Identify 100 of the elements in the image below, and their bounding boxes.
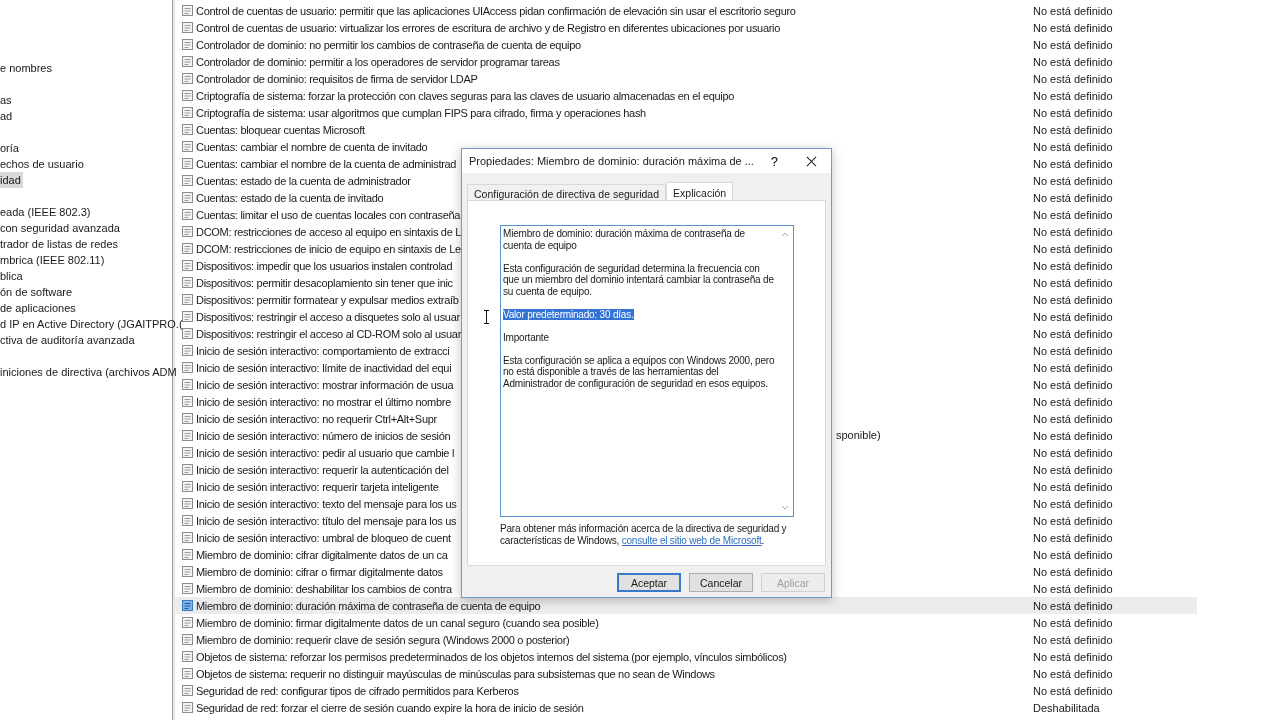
- tree-item[interactable]: mbrica (IEEE 802.11): [0, 252, 107, 268]
- policy-setting: No está definido: [1033, 565, 1113, 578]
- dialog-button[interactable]: Aceptar: [617, 573, 681, 592]
- policy-name[interactable]: Criptografía de sistema: usar algoritmos que cumplan FIPS para cifrado, firma y operaciones hash: [196, 106, 646, 119]
- policy-name[interactable]: Miembro de dominio: cifrar digitalmente datos de un ca: [196, 548, 448, 561]
- policy-icon: [181, 616, 194, 629]
- explanation-text: Esta configuración de seguridad determina la frecuencia con que un miembro del dominio intentará cambiar la contraseña de su cuenta de equipo.: [503, 262, 774, 297]
- policy-setting: No está definido: [1033, 225, 1113, 238]
- policy-name[interactable]: Inicio de sesión interactivo: comportamiento de extracci: [196, 344, 450, 357]
- policy-name[interactable]: Objetos de sistema: reforzar los permisos predeterminados de los objetos internos del sistema (por ejemplo, vínculos simbólicos): [196, 650, 787, 663]
- policy-name[interactable]: Cuentas: limitar el uso de cuentas locales con contraseña: [196, 208, 461, 221]
- policy-setting: No está definido: [1033, 157, 1113, 170]
- tree-item[interactable]: blica: [0, 268, 25, 284]
- policy-name[interactable]: Cuentas: estado de la cuenta de invitado: [196, 191, 384, 204]
- policy-icon: [181, 633, 194, 646]
- tree-item[interactable]: de aplicaciones: [0, 300, 78, 316]
- policy-setting: No está definido: [1033, 480, 1113, 493]
- policy-name[interactable]: Dispositivos: permitir desacoplamiento sin tener que inic: [196, 276, 453, 289]
- policy-name[interactable]: Inicio de sesión interactivo: no requerir Ctrl+Alt+Supr: [196, 412, 437, 425]
- dialog-button[interactable]: Cancelar: [689, 573, 753, 592]
- tree-item[interactable]: ctiva de auditoría avanzada: [0, 332, 137, 348]
- tree-item[interactable]: con seguridad avanzada: [0, 220, 122, 236]
- policy-icon: [181, 242, 194, 255]
- policy-setting: No está definido: [1033, 106, 1113, 119]
- policy-icon: [181, 293, 194, 306]
- policy-setting: No está definido: [1033, 293, 1113, 306]
- policy-setting: No está definido: [1033, 191, 1113, 204]
- policy-name[interactable]: Seguridad de red: configurar tipos de cifrado permitidos para Kerberos: [196, 684, 519, 697]
- policy-name[interactable]: Dispositivos: restringir el acceso a disquetes solo al usuar: [196, 310, 460, 323]
- policy-name[interactable]: Cuentas: bloquear cuentas Microsoft: [196, 123, 365, 136]
- policy-name[interactable]: Controlador de dominio: no permitir los cambios de contraseña de cuenta de equipo: [196, 38, 581, 51]
- policy-name[interactable]: Control de cuentas de usuario: permitir que las aplicaciones UIAccess pidan confirmación de elevación sin usar el escritorio seguro: [196, 4, 796, 17]
- policy-name[interactable]: Seguridad de red: forzar el cierre de sesión cuando expire la hora de inicio de sesión: [196, 701, 584, 714]
- policy-setting: No está definido: [1033, 463, 1113, 476]
- policy-name[interactable]: Inicio de sesión interactivo: título del mensaje para los us: [196, 514, 457, 527]
- tree-item[interactable]: as: [0, 92, 14, 108]
- policy-name[interactable]: Inicio de sesión interactivo: requerir tarjeta inteligente: [196, 480, 439, 493]
- policy-icon: [181, 599, 194, 612]
- explanation-text: Esta configuración se aplica a equipos con Windows 2000, pero no está disponible a través de las herramientas del Administrador de configuración de seguridad en esos equipos.: [503, 354, 775, 389]
- policy-name[interactable]: Cuentas: estado de la cuenta de administrador: [196, 174, 411, 187]
- policy-name[interactable]: Miembro de dominio: deshabilitar los cambios de contra: [196, 582, 452, 595]
- tree-item[interactable]: idad: [0, 172, 23, 188]
- tree-item[interactable]: d IP en Active Directory (JGAITPRO.(: [0, 316, 185, 332]
- tree-item[interactable]: ón de software: [0, 284, 75, 300]
- policy-name[interactable]: Control de cuentas de usuario: virtualizar los errores de escritura de archivo y de Registro en diferentes ubicaciones por usuario: [196, 21, 781, 34]
- policy-name[interactable]: Miembro de dominio: duración máxima de contraseña de cuenta de equipo: [196, 599, 541, 612]
- policy-name[interactable]: DCOM: restricciones de inicio de equipo en sintaxis de Le: [196, 242, 461, 255]
- policy-name[interactable]: Miembro de dominio: cifrar o firmar digitalmente datos: [196, 565, 443, 578]
- policy-icon: [181, 548, 194, 561]
- policy-setting: No está definido: [1033, 395, 1113, 408]
- tree-item[interactable]: iniciones de directiva (archivos ADM: [0, 364, 179, 380]
- policy-name[interactable]: DCOM: restricciones de acceso al equipo en sintaxis de L: [196, 225, 462, 238]
- policy-setting: No está definido: [1033, 650, 1113, 663]
- close-icon[interactable]: [806, 155, 817, 167]
- policy-icon: [181, 157, 194, 170]
- policy-setting: No está definido: [1033, 446, 1113, 459]
- policy-name[interactable]: Inicio de sesión interactivo: mostrar información de usua: [196, 378, 454, 391]
- policy-name[interactable]: Inicio de sesión interactivo: no mostrar el último nombre: [196, 395, 451, 408]
- policy-name[interactable]: Inicio de sesión interactivo: texto del mensaje para los us: [196, 497, 457, 510]
- policy-name-fragment: sponible): [836, 429, 881, 441]
- tree-item[interactable]: oría: [0, 140, 21, 156]
- policy-setting: No está definido: [1033, 684, 1113, 697]
- policy-name[interactable]: Criptografía de sistema: forzar la protección con claves seguras para las claves de usuario almacenadas en el equipo: [196, 89, 735, 102]
- dialog-tab[interactable]: Explicación: [666, 182, 734, 202]
- policy-name[interactable]: Dispositivos: restringir el acceso al CD-ROM solo al usuar: [196, 327, 462, 340]
- policy-setting: No está definido: [1033, 412, 1113, 425]
- tree-item[interactable]: echos de usuario: [0, 156, 86, 172]
- policy-name[interactable]: Dispositivos: permitir formatear y expulsar medios extraíb: [196, 293, 459, 306]
- policy-setting: No está definido: [1033, 429, 1113, 442]
- tree-item[interactable]: eada (IEEE 802.3): [0, 204, 93, 220]
- tree-item[interactable]: e nombres: [0, 60, 54, 76]
- policy-setting: No está definido: [1033, 582, 1113, 595]
- policy-setting: No está definido: [1033, 599, 1113, 612]
- policy-name[interactable]: Controlador de dominio: permitir a los operadores de servidor programar tareas: [196, 55, 560, 68]
- policy-name[interactable]: Inicio de sesión interactivo: límite de inactividad del equi: [196, 361, 452, 374]
- policy-name[interactable]: Controlador de dominio: requisitos de firma de servidor LDAP: [196, 72, 478, 85]
- policy-name[interactable]: Inicio de sesión interactivo: requerir la autenticación del: [196, 463, 449, 476]
- policy-name[interactable]: Inicio de sesión interactivo: umbral de bloqueo de cuent: [196, 531, 451, 544]
- policy-setting: No está definido: [1033, 4, 1113, 17]
- policy-icon: [181, 446, 194, 459]
- policy-icon: [181, 106, 194, 119]
- policy-setting: No está definido: [1033, 378, 1113, 391]
- tree-item[interactable]: ad: [0, 108, 15, 124]
- policy-name[interactable]: Inicio de sesión interactivo: pedir al usuario que cambie l: [196, 446, 455, 459]
- policy-icon: [181, 310, 194, 323]
- tree-item[interactable]: trador de listas de redes: [0, 236, 120, 252]
- policy-name[interactable]: Miembro de dominio: firmar digitalmente datos de un canal seguro (cuando sea posible): [196, 616, 599, 629]
- policy-name[interactable]: Inicio de sesión interactivo: número de inicios de sesión: [196, 429, 451, 442]
- policy-name[interactable]: Cuentas: cambiar el nombre de la cuenta de administrad: [196, 157, 457, 170]
- policy-icon: [181, 701, 194, 714]
- policy-icon: [181, 327, 194, 340]
- microsoft-website-link[interactable]: consulte el sitio web de Microsoft: [621, 535, 762, 546]
- policy-icon: [181, 55, 194, 68]
- policy-icon: [181, 361, 194, 374]
- policy-name[interactable]: Miembro de dominio: requerir clave de sesión segura (Windows 2000 o posterior): [196, 633, 570, 646]
- policy-name[interactable]: Cuentas: cambiar el nombre de cuenta de invitado: [196, 140, 428, 153]
- policy-name[interactable]: Dispositivos: impedir que los usuarios instalen controlad: [196, 259, 453, 272]
- policy-icon: [181, 667, 194, 680]
- help-button[interactable]: ?: [770, 153, 778, 169]
- policy-name[interactable]: Objetos de sistema: requerir no distinguir mayúsculas de minúsculas para subsistemas que no sean de Windows: [196, 667, 715, 680]
